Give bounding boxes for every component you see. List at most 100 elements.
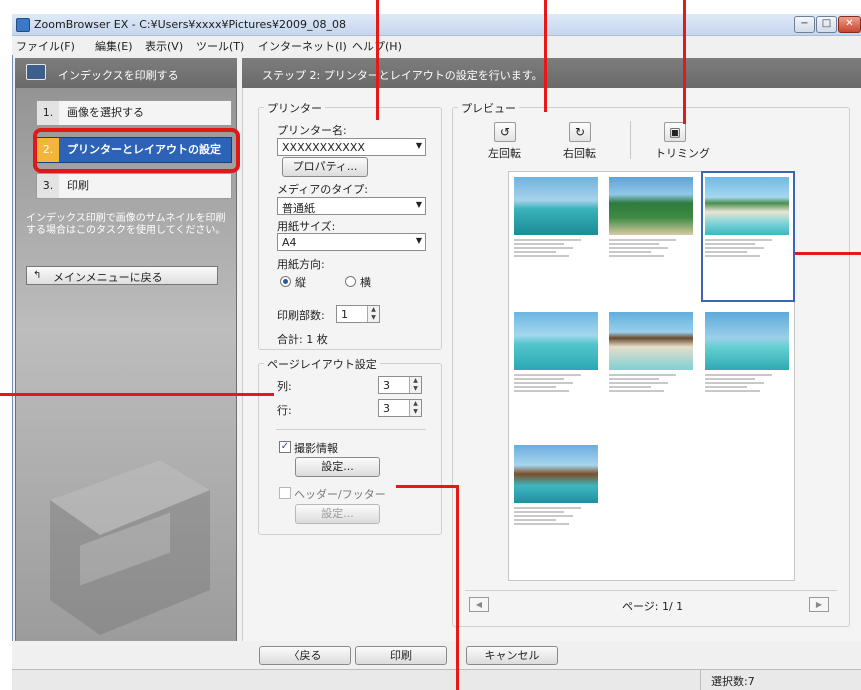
rows-label: 行: <box>277 404 292 417</box>
header-footer-label: ヘッダー/フッター <box>294 488 386 501</box>
selection-count: 選択数:7 <box>711 675 755 688</box>
shooting-info-settings-button[interactable]: 設定... <box>295 457 380 477</box>
rotate-left-icon[interactable]: ↺ <box>494 122 516 142</box>
return-button-label: メインメニューに戻る <box>53 271 163 284</box>
return-arrow-icon: ↰ <box>33 270 42 281</box>
close-button[interactable]: ✕ <box>838 16 861 33</box>
maximize-button[interactable]: □ <box>816 16 837 33</box>
callout-line-layout <box>0 393 274 396</box>
thumbnail-caption <box>705 374 789 410</box>
step-select-images[interactable]: 1. 画像を選択する <box>36 100 232 126</box>
divider <box>276 429 426 430</box>
printer-icon <box>26 64 46 80</box>
printer-name-value: XXXXXXXXXXX <box>282 141 365 154</box>
thumbnail-caption <box>609 374 693 410</box>
window-title: ZoomBrowser EX - C:¥Users¥xxxx¥Pictures¥… <box>34 18 347 31</box>
rotate-right-icon[interactable]: ↻ <box>569 122 591 142</box>
back-button[interactable]: 〈戻る <box>259 646 351 665</box>
chevron-down-icon: ▼ <box>415 236 422 245</box>
thumbnail-beach-umbrella[interactable] <box>609 312 693 370</box>
preview-group-title: プレビュー <box>458 100 519 116</box>
trim-icon[interactable]: ▣ <box>664 122 686 142</box>
rotate-left-label[interactable]: 左回転 <box>488 145 521 161</box>
menu-bar <box>12 36 861 55</box>
thumbnail-palm-beach[interactable] <box>609 177 693 235</box>
thumbnail-caption <box>514 374 598 410</box>
printer-name-select[interactable]: XXXXXXXXXXX ▼ <box>277 138 426 156</box>
header-footer-settings-button: 設定... <box>295 504 380 524</box>
portrait-label: 縦 <box>295 276 306 289</box>
columns-value: 3 <box>383 379 390 392</box>
page-prev-button[interactable]: ◀ <box>469 597 489 612</box>
print-button[interactable]: 印刷 <box>355 646 447 665</box>
printer-group-title: プリンター <box>264 100 325 116</box>
step-number: 3. <box>37 174 59 198</box>
paper-size-select[interactable]: A4 ▼ <box>277 233 426 251</box>
columns-label: 列: <box>277 380 292 393</box>
spin-arrows-icon[interactable]: ▲ ▼ <box>409 400 421 416</box>
thumbnail-caption <box>609 239 693 275</box>
menu-tools[interactable]: ツール(T) <box>196 38 244 54</box>
landscape-radio[interactable] <box>345 276 356 287</box>
properties-button[interactable]: プロパティ... <box>282 157 368 177</box>
media-type-value: 普通紙 <box>282 202 315 215</box>
thumbnail-caption <box>514 507 598 543</box>
thumbnail-selection-frame <box>701 171 795 302</box>
step-print[interactable]: 3. 印刷 <box>36 173 232 199</box>
copies-value: 1 <box>341 308 348 321</box>
thumbnail-stilt-house[interactable] <box>514 445 598 503</box>
callout-line-preview <box>544 0 547 112</box>
menu-internet[interactable]: インターネット(I) <box>258 38 347 54</box>
copies-label: 印刷部数: <box>277 309 325 322</box>
rows-stepper[interactable]: 3 ▲ ▼ <box>378 399 422 417</box>
media-type-label: メディアのタイプ: <box>277 183 368 196</box>
return-main-menu-button[interactable]: ↰ メインメニューに戻る <box>26 266 218 285</box>
step-label: 印刷 <box>67 179 89 192</box>
callout-line-trimming <box>683 0 686 124</box>
chevron-down-icon: ▼ <box>415 200 422 209</box>
chevron-down-icon: ▼ <box>415 141 422 150</box>
copies-stepper[interactable]: 1 ▲ ▼ <box>336 305 380 323</box>
step-header-title: ステップ 2: プリンターとレイアウトの設定を行います。 <box>262 69 543 82</box>
thumbnail-pier[interactable] <box>705 312 789 370</box>
cancel-button[interactable]: キャンセル <box>466 646 558 665</box>
menu-edit[interactable]: 編集(E) <box>95 38 133 54</box>
paper-size-label: 用紙サイズ: <box>277 220 336 233</box>
thumbnail-caption <box>514 239 598 275</box>
page-indicator: ページ: 1/ 1 <box>622 600 684 613</box>
shooting-info-label: 撮影情報 <box>294 442 338 455</box>
thumbnail-dock-boat[interactable] <box>514 177 598 235</box>
step-highlight-callout <box>33 128 240 173</box>
page-next-button[interactable]: ▶ <box>809 597 829 612</box>
printer-name-label: プリンター名: <box>277 124 347 137</box>
toolbar-divider <box>630 121 631 159</box>
minimize-button[interactable]: − <box>794 16 815 33</box>
step-number: 1. <box>37 101 59 125</box>
status-divider <box>700 670 701 690</box>
rotate-right-label[interactable]: 右回転 <box>563 145 596 161</box>
thumbnail-water-villas[interactable] <box>514 312 598 370</box>
printer-illustration <box>50 460 210 635</box>
total-sheets-label: 合計: 1 枚 <box>277 333 328 346</box>
callout-line-printer <box>376 0 379 120</box>
callout-line-header-footer-h <box>396 485 458 488</box>
app-icon <box>16 18 30 32</box>
landscape-label: 横 <box>360 276 371 289</box>
columns-stepper[interactable]: 3 ▲ ▼ <box>378 376 422 394</box>
menu-view[interactable]: 表示(V) <box>145 38 183 54</box>
spin-arrows-icon[interactable]: ▲ ▼ <box>367 306 379 322</box>
trimming-label[interactable]: トリミング <box>655 145 710 161</box>
step-label: 画像を選択する <box>67 106 144 119</box>
preview-divider <box>465 590 837 591</box>
media-type-select[interactable]: 普通紙 ▼ <box>277 197 426 215</box>
callout-line-thumbnail <box>795 252 861 255</box>
portrait-radio[interactable] <box>280 276 291 287</box>
shooting-info-checkbox[interactable]: ✓ <box>279 441 291 453</box>
spin-arrows-icon[interactable]: ▲ ▼ <box>409 377 421 393</box>
menu-file[interactable]: ファイル(F) <box>16 38 75 54</box>
rows-value: 3 <box>383 402 390 415</box>
paper-size-value: A4 <box>282 236 297 249</box>
page-layout-group-title: ページレイアウト設定 <box>264 356 380 372</box>
header-footer-checkbox[interactable] <box>279 487 291 499</box>
task-note: インデックス印刷で画像のサムネイルを印刷する場合はこのタスクを使用してください。 <box>26 213 226 236</box>
